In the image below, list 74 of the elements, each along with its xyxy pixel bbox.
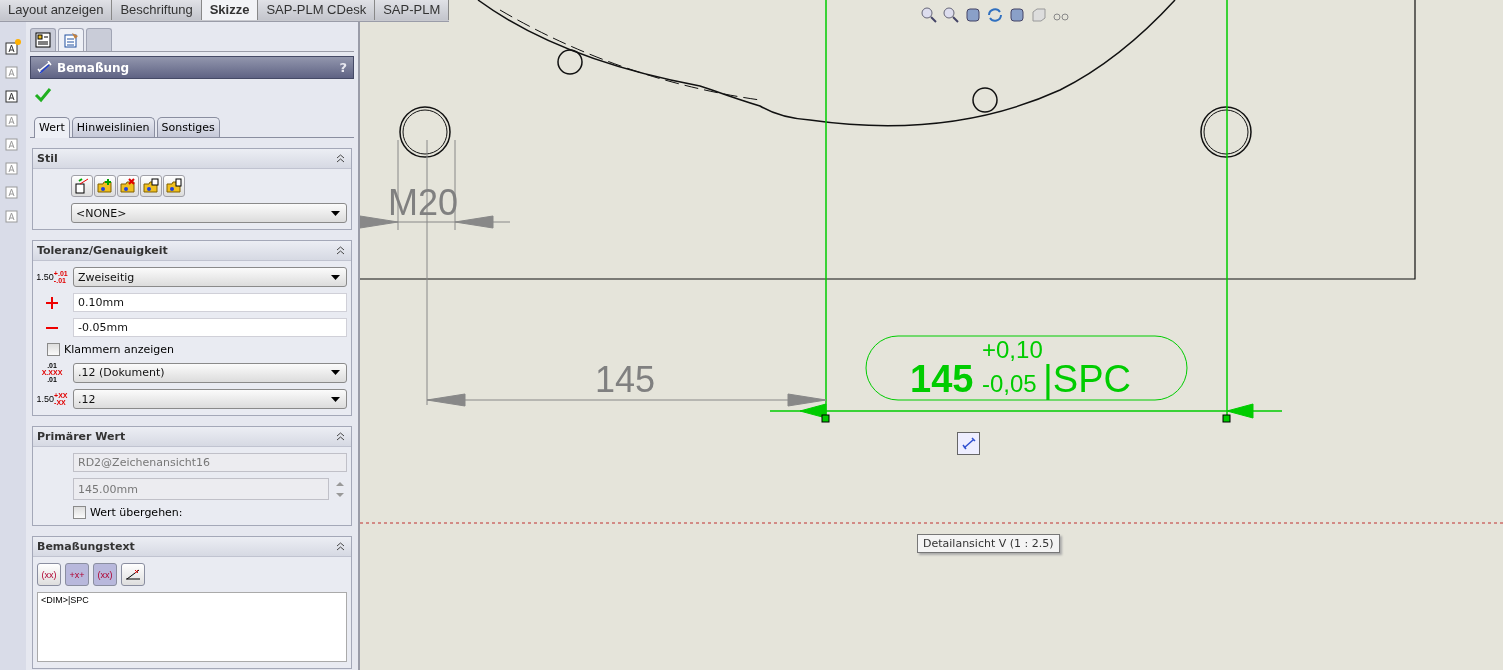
tab[interactable]: Sonstiges — [156, 117, 220, 137]
caret-icon — [331, 274, 340, 280]
text-format-button[interactable]: +x+ — [65, 563, 89, 586]
collapse-icon[interactable] — [336, 246, 345, 255]
caret-icon — [331, 210, 340, 216]
zoom-area-icon[interactable] — [942, 6, 960, 24]
input-field[interactable]: -0.05mm — [73, 318, 347, 337]
text-format-button[interactable]: (xx) — [37, 563, 61, 586]
hole-size-label: M20 — [388, 182, 459, 223]
ribbon-tab[interactable]: SAP-PLM CDesk — [258, 0, 376, 20]
panel-title: Bemaßung — [57, 60, 131, 75]
delete-style-button[interactable] — [117, 175, 139, 197]
dropdown[interactable]: .12 — [73, 389, 347, 409]
hole-circle — [399, 106, 451, 158]
annotation-tool-icon[interactable] — [4, 38, 22, 56]
checkbox-label: Wert übergehen: — [90, 506, 183, 519]
angle-arrow-icon — [125, 567, 141, 582]
section-title: Bemaßungstext — [37, 540, 135, 553]
property-manager-tab[interactable] — [30, 28, 56, 51]
ribbon-tab[interactable]: Skizze — [201, 0, 259, 20]
text-area[interactable]: <DIM>|SPC — [37, 592, 347, 662]
dimension-suffix: |SPC — [1043, 358, 1131, 400]
folder-save-icon — [143, 178, 159, 194]
dimension-icon — [37, 60, 53, 75]
layout-icon — [35, 32, 51, 48]
plus-icon — [46, 296, 58, 309]
ribbon-tab[interactable]: Layout anzeigen — [0, 0, 113, 20]
input-field[interactable]: RD2@Zeichenansicht16 — [73, 453, 347, 472]
dimension-palette-button[interactable] — [957, 432, 980, 455]
minus-icon — [46, 325, 58, 330]
collapse-icon[interactable] — [336, 542, 345, 551]
hole-circle — [1200, 106, 1252, 158]
property-manager-tab[interactable] — [58, 28, 84, 51]
dropdown[interactable]: .12 (Dokument) — [73, 362, 347, 383]
dropdown[interactable]: Zweiseitig — [73, 267, 347, 287]
caret-icon — [331, 370, 340, 375]
ribbon-tab[interactable]: Beschriftung — [112, 0, 202, 20]
add-style-button[interactable] — [94, 175, 116, 197]
ribbon-tab[interactable]: SAP-PLM — [375, 0, 450, 20]
input-field[interactable]: 0.10mm — [73, 293, 347, 312]
checkbox[interactable] — [47, 343, 60, 356]
checkbox[interactable] — [73, 506, 86, 519]
tooltip: Detailansicht V (1 : 2.5) — [917, 534, 1060, 553]
tab[interactable]: Wert — [34, 117, 70, 138]
input-field[interactable]: 145.00mm — [73, 478, 329, 500]
properties-sheet-icon — [63, 32, 79, 48]
document-arrows-icon — [74, 178, 90, 194]
section-title: Toleranz/Genauigkeit — [37, 244, 168, 257]
load-style-button[interactable] — [163, 175, 185, 197]
apply-style-button[interactable] — [71, 175, 93, 197]
section-title: Primärer Wert — [37, 430, 126, 443]
folder-add-icon — [97, 178, 113, 194]
folder-delete-icon — [120, 178, 136, 194]
collapse-icon[interactable] — [336, 432, 345, 441]
tab[interactable]: Hinweislinien — [71, 117, 155, 137]
dimension-icon — [960, 435, 977, 452]
down-arrow-icon — [336, 492, 344, 497]
dimension-value: 145 — [910, 358, 974, 400]
text-format-button[interactable]: (xx) — [93, 563, 117, 586]
collapse-icon[interactable] — [336, 154, 345, 163]
dropdown[interactable]: <NONE> — [71, 203, 347, 223]
dimension-value: 145 — [595, 359, 656, 400]
angle-dimension-button[interactable] — [121, 563, 145, 586]
section-title: Stil — [37, 152, 58, 165]
caret-icon — [331, 396, 340, 402]
upper-tolerance: +0,10 — [982, 336, 1043, 363]
save-style-button[interactable] — [140, 175, 162, 197]
folder-copy-icon — [166, 178, 182, 194]
ok-check-icon[interactable] — [34, 87, 52, 103]
rotate-icon[interactable] — [986, 6, 1004, 24]
up-arrow-icon — [336, 481, 344, 486]
checkbox-label: Klammern anzeigen — [64, 343, 175, 356]
zoom-fit-icon[interactable] — [920, 6, 938, 24]
lower-tolerance: -0,05 — [982, 370, 1037, 397]
